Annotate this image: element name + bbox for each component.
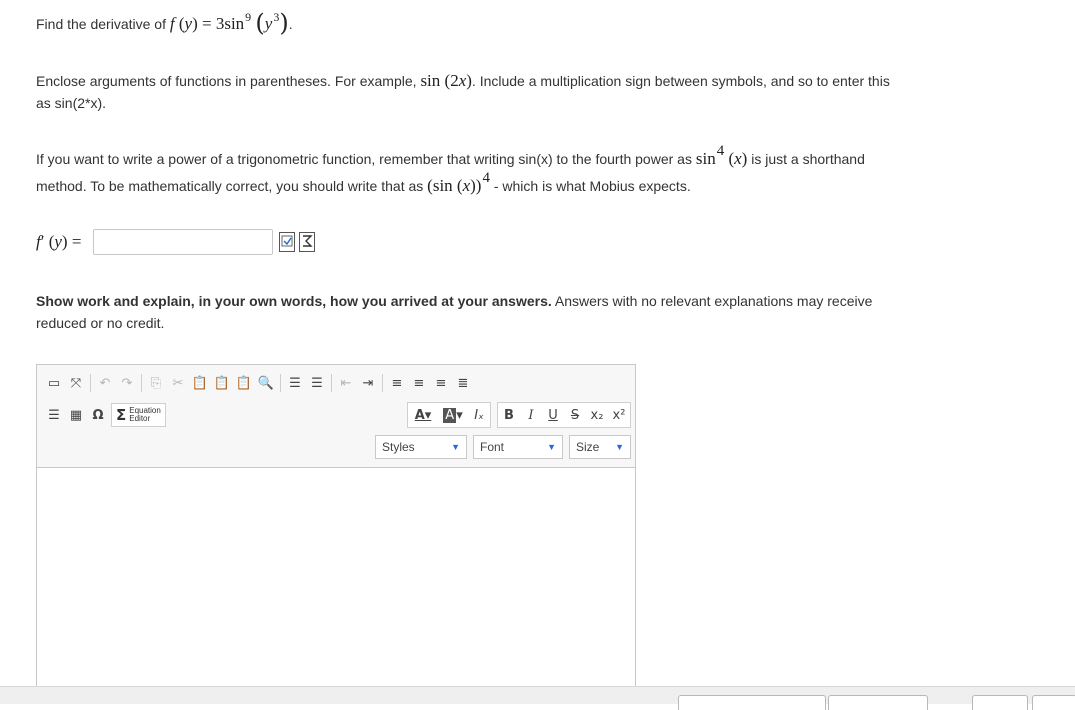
align-center-icon[interactable]: ≡	[408, 372, 430, 394]
editor-body[interactable]	[37, 468, 635, 703]
rich-text-editor: ▭ ⤧ ↶ ↷ ⎘ ✂ 📋 📋 📋 🔍 ☰ ☰ ⇤ ⇥ ≡ ≡ ≡ ≣ ☰ ▦ …	[36, 364, 636, 704]
styles-dropdown[interactable]: Styles ▼	[375, 435, 467, 459]
background-color-icon[interactable]: A ▾	[438, 404, 468, 426]
paste-text-icon[interactable]: 📋	[211, 372, 233, 394]
answer-input[interactable]	[93, 229, 274, 255]
question-text: Find the derivative of f (y) = 3sin9 (y3…	[36, 9, 293, 37]
outdent-icon[interactable]: ⇤	[335, 372, 357, 394]
toolbar-row-3: Styles ▼ Font ▼ Size ▼	[369, 435, 631, 459]
undo-icon[interactable]: ↶	[94, 372, 116, 394]
bold-icon[interactable]: B	[498, 404, 520, 426]
text-color-icon[interactable]: A▾	[408, 404, 438, 426]
font-dropdown[interactable]: Font ▼	[473, 435, 563, 459]
equation-editor-button[interactable]: Σ Equation Editor	[111, 403, 166, 427]
align-justify-icon[interactable]: ≣	[452, 372, 474, 394]
bottom-bar	[0, 686, 1075, 710]
example-sin4-x: sin4 (x)	[695, 143, 748, 168]
maximize-icon[interactable]: ⤧	[65, 372, 87, 394]
horizontal-rule-icon[interactable]: ☰	[43, 404, 65, 426]
table-icon[interactable]: ▦	[65, 404, 87, 426]
toolbar-row-1: ▭ ⤧ ↶ ↷ ⎘ ✂ 📋 📋 📋 🔍 ☰ ☰ ⇤ ⇥ ≡ ≡ ≡ ≣	[43, 371, 474, 395]
answer-row: f′ (y) =	[36, 226, 316, 258]
underline-icon[interactable]: U	[542, 404, 564, 426]
find-icon[interactable]: 🔍	[255, 372, 277, 394]
editor-toolbar: ▭ ⤧ ↶ ↷ ⎘ ✂ 📋 📋 📋 🔍 ☰ ☰ ⇤ ⇥ ≡ ≡ ≡ ≣ ☰ ▦ …	[37, 365, 635, 468]
color-group: A▾ A ▾ Iₓ	[407, 402, 491, 428]
toolbar-row-2: ☰ ▦ Ω Σ Equation Editor A▾ A ▾ Iₓ B I U S…	[43, 402, 631, 428]
answer-label: f′ (y) =	[36, 232, 82, 251]
equation-icon[interactable]	[299, 232, 316, 252]
sigma-icon: Σ	[116, 406, 127, 424]
explanation-prompt: Show work and explain, in your own words…	[36, 293, 873, 331]
align-right-icon[interactable]: ≡	[430, 372, 452, 394]
strikethrough-icon[interactable]: S	[564, 404, 586, 426]
special-character-icon[interactable]: Ω	[87, 404, 109, 426]
cut-icon[interactable]: ✂	[167, 372, 189, 394]
indent-icon[interactable]: ⇥	[357, 372, 379, 394]
align-left-icon[interactable]: ≡	[386, 372, 408, 394]
superscript-icon[interactable]: x²	[608, 404, 630, 426]
numbered-list-icon[interactable]: ☰	[284, 372, 306, 394]
paste-word-icon[interactable]: 📋	[233, 372, 255, 394]
redo-icon[interactable]: ↷	[116, 372, 138, 394]
remove-format-icon[interactable]: Iₓ	[468, 404, 490, 426]
size-dropdown[interactable]: Size ▼	[569, 435, 631, 459]
preview-icon[interactable]	[279, 232, 296, 252]
function-expression: f (y) = 3sin9 (y3)	[169, 9, 289, 37]
chevron-down-icon: ▼	[451, 442, 460, 452]
italic-icon[interactable]: I	[520, 404, 542, 426]
source-icon[interactable]: ▭	[43, 372, 65, 394]
chevron-down-icon: ▼	[547, 442, 556, 452]
example-sin-2x: sin (2x)	[420, 71, 472, 90]
text-style-group: B I U S x₂ x²	[497, 402, 631, 428]
example-sinx-power4: (sin (x))4	[427, 170, 490, 195]
instruction-parentheses: Enclose arguments of functions in parent…	[36, 71, 890, 111]
bulleted-list-icon[interactable]: ☰	[306, 372, 328, 394]
chevron-down-icon: ▼	[615, 442, 624, 452]
subscript-icon[interactable]: x₂	[586, 404, 608, 426]
paste-icon[interactable]: 📋	[189, 372, 211, 394]
copy-icon[interactable]: ⎘	[145, 372, 167, 394]
instruction-trig-power: If you want to write a power of a trigon…	[36, 143, 865, 195]
